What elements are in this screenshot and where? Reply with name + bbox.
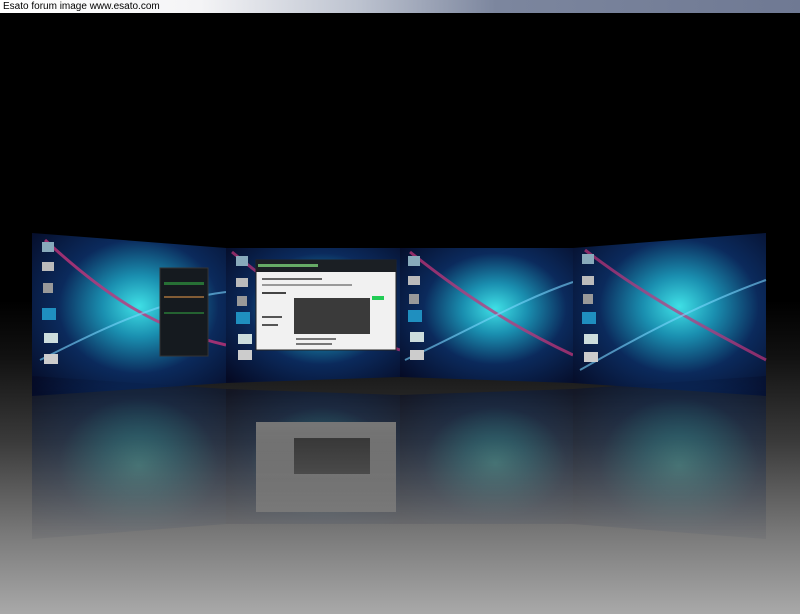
computer-icon[interactable] xyxy=(42,242,54,252)
folder-icon[interactable] xyxy=(42,262,54,271)
monitor-icon[interactable] xyxy=(44,333,58,343)
desktop-3[interactable] xyxy=(400,248,574,383)
drive-icon[interactable] xyxy=(44,354,58,364)
trash-icon[interactable] xyxy=(43,283,53,293)
desktop-2[interactable] xyxy=(226,248,401,383)
desktop-4[interactable] xyxy=(573,233,767,396)
desktop-1[interactable] xyxy=(32,233,227,396)
desktop-cube-scene xyxy=(32,233,767,539)
web-browser-window[interactable] xyxy=(255,259,397,351)
floor-reflection xyxy=(32,376,766,539)
media-icon[interactable] xyxy=(42,308,56,320)
